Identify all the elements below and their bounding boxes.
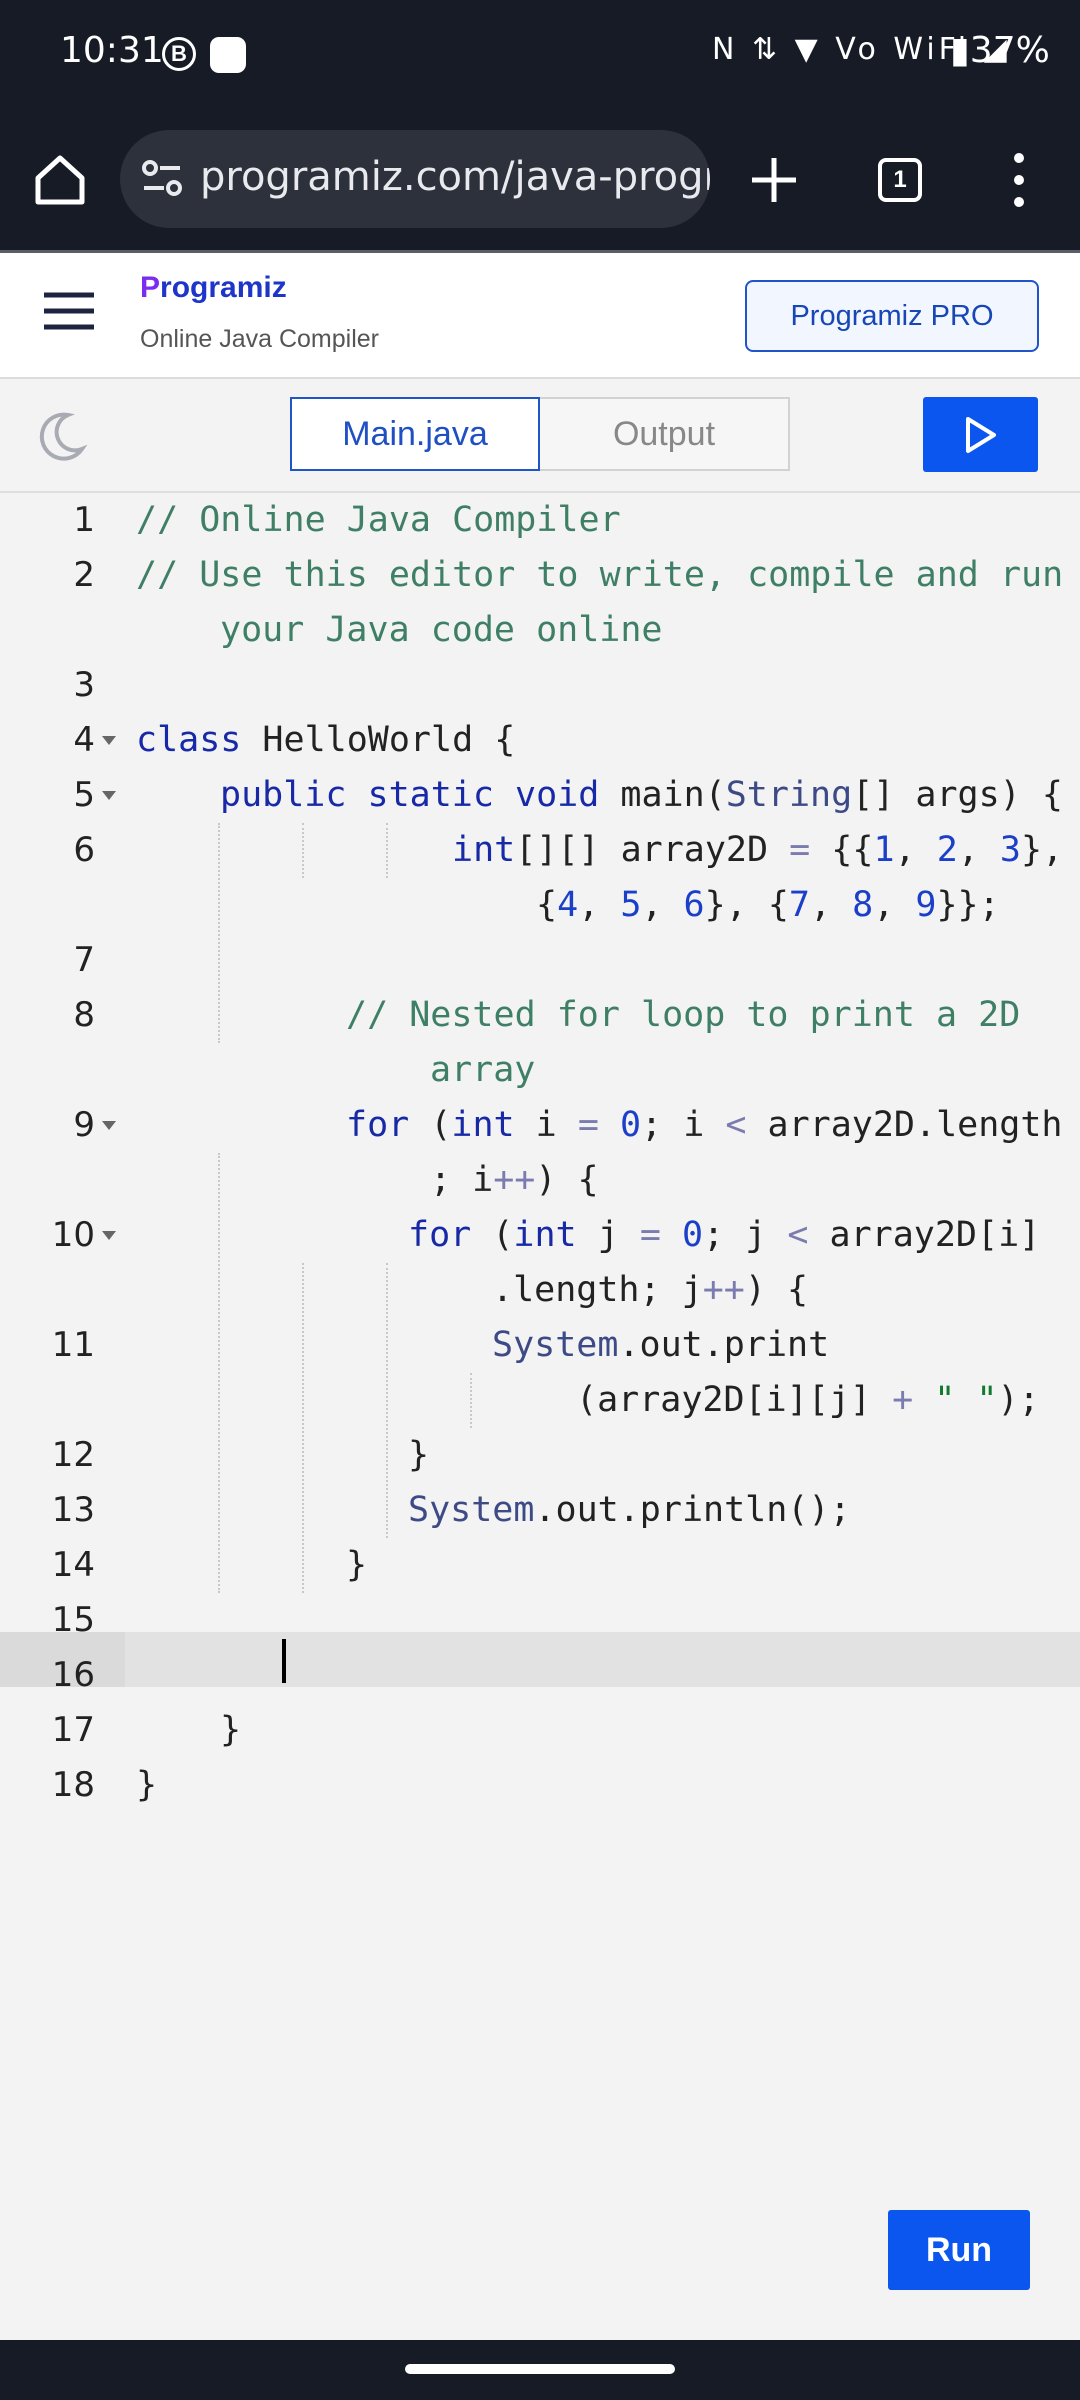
code-line: }: [408, 1435, 430, 1475]
programiz-pro-button[interactable]: Programiz PRO: [745, 280, 1039, 352]
fold-arrow-icon[interactable]: [102, 791, 116, 800]
code-line: for (int j = 0; j < array2D[i]: [408, 1215, 1041, 1255]
code-line: // Use this editor to write, compile and…: [136, 555, 1064, 595]
fold-arrow-icon[interactable]: [102, 736, 116, 745]
line-number: 10: [51, 1215, 95, 1255]
indent-guide: [218, 823, 220, 1043]
line-number: 13: [51, 1490, 95, 1530]
b-badge-icon: B: [162, 37, 196, 71]
fold-arrow-icon[interactable]: [102, 1231, 116, 1240]
url-text: programiz.com/java-programming/online-co…: [200, 154, 710, 200]
code-line: ; i++) {: [430, 1160, 599, 1200]
tab-output[interactable]: Output: [540, 397, 790, 471]
code-line: }: [220, 1710, 242, 1750]
line-number: 5: [73, 775, 95, 815]
run-play-button[interactable]: [923, 397, 1038, 472]
run-button[interactable]: Run: [888, 2210, 1030, 2290]
line-number: 6: [73, 830, 95, 870]
url-field[interactable]: programiz.com/java-programming/online-co…: [120, 130, 710, 228]
dark-mode-moon-icon[interactable]: [34, 409, 88, 463]
code-line: for (int i = 0; i < array2D.length: [346, 1105, 1063, 1145]
indent-guide: [386, 1263, 388, 1538]
code-line: System.out.print: [492, 1325, 830, 1365]
line-number: 4: [73, 720, 95, 760]
home-gesture-pill[interactable]: [405, 2364, 675, 2374]
code-line: class HelloWorld {: [136, 720, 516, 760]
code-line: your Java code online: [220, 610, 663, 650]
indent-guide: [302, 823, 304, 878]
indent-guide: [386, 823, 388, 878]
indent-guide: [302, 1263, 304, 1593]
code-line: array: [430, 1050, 536, 1090]
line-number: 15: [51, 1600, 95, 1640]
line-number: 18: [51, 1765, 95, 1805]
code-line: (array2D[i][j] + " ");: [576, 1380, 1040, 1420]
site-info-icon[interactable]: [140, 156, 184, 200]
code-line: int[][] array2D = {{1, 2, 3},: [452, 830, 1064, 870]
battery-indicator: ▮37%: [950, 30, 1050, 71]
logo-subtitle: Online Java Compiler: [140, 325, 379, 353]
more-options-icon[interactable]: [1008, 150, 1030, 210]
line-number: 2: [73, 555, 95, 595]
system-nav-bar: [0, 2340, 1080, 2400]
code-editor[interactable]: 1 2 3 4 5 6 7 8 9 10 11 12 13 14 15 16 1…: [0, 493, 1080, 2338]
line-number: 1: [73, 500, 95, 540]
line-number: 14: [51, 1545, 95, 1585]
home-icon[interactable]: [30, 150, 90, 210]
tab-main-java[interactable]: Main.java: [290, 397, 540, 471]
code-line: public static void main(String[] args) {: [220, 775, 1063, 815]
editor-toolbar: Main.java Output: [0, 379, 1080, 493]
line-number: 8: [73, 995, 95, 1035]
line-number: 12: [51, 1435, 95, 1475]
line-number: 11: [51, 1325, 95, 1365]
tab-switcher-icon[interactable]: 1: [878, 158, 922, 202]
active-line-highlight: [0, 1632, 1080, 1687]
indent-guide: [470, 1373, 472, 1428]
code-line: }: [136, 1765, 158, 1805]
line-number: 16: [51, 1655, 95, 1695]
text-cursor: [282, 1639, 286, 1683]
status-bar: 10:31 B N ⇅ ▼ Vo WiFi ◢ ▮37%: [0, 0, 1080, 110]
new-tab-icon[interactable]: [748, 154, 800, 206]
code-line: }: [346, 1545, 368, 1585]
play-icon: [966, 417, 996, 453]
indent-guide: [218, 1153, 220, 1593]
status-time: 10:31: [60, 30, 164, 71]
notification-icon: [210, 37, 246, 73]
code-line: // Online Java Compiler: [136, 500, 621, 540]
programiz-logo[interactable]: Programiz: [140, 271, 287, 305]
hamburger-menu-icon[interactable]: [42, 289, 96, 333]
code-line: .length; j++) {: [492, 1270, 809, 1310]
code-line: {4, 5, 6}, {7, 8, 9}};: [536, 885, 1000, 925]
browser-toolbar: programiz.com/java-programming/online-co…: [0, 110, 1080, 253]
line-number: 3: [73, 665, 95, 705]
line-number: 7: [73, 940, 95, 980]
fold-arrow-icon[interactable]: [102, 1121, 116, 1130]
line-number: 9: [73, 1105, 95, 1145]
code-line: // Nested for loop to print a 2D: [346, 995, 1021, 1035]
code-line: System.out.println();: [408, 1490, 851, 1530]
site-header: Programiz Online Java Compiler Programiz…: [0, 253, 1080, 379]
line-number: 17: [51, 1710, 95, 1750]
